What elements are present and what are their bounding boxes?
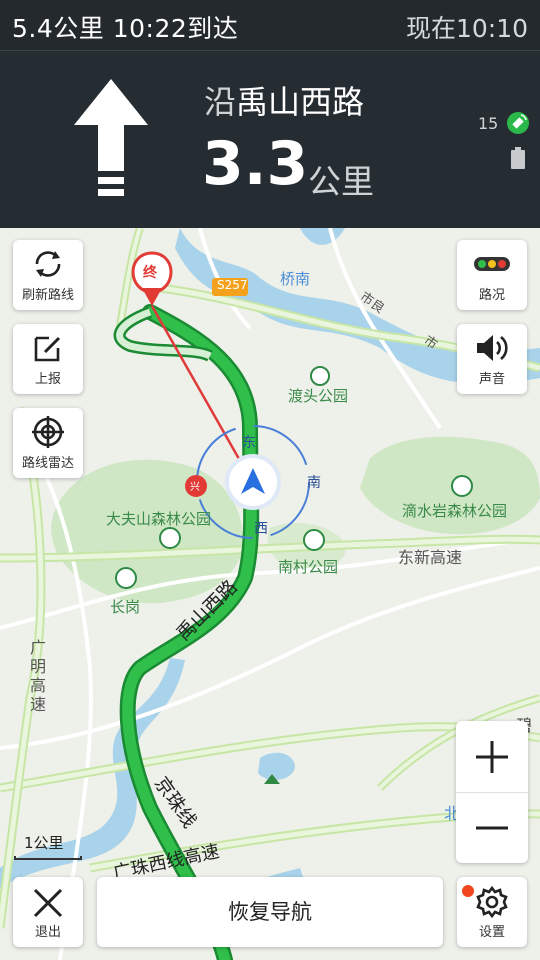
report-button[interactable]: 上报	[13, 324, 83, 394]
close-icon	[33, 888, 63, 918]
distance-value: 3.3	[202, 129, 309, 199]
refresh-route-label: 刷新路线	[21, 288, 74, 303]
settings-notification-badge	[462, 885, 474, 897]
refresh-icon	[35, 251, 61, 277]
satellite-icon	[507, 112, 529, 134]
straight-arrow-icon	[74, 79, 148, 196]
along-road-text: 沿禹山西路	[204, 77, 364, 123]
compass-east-label: 东	[242, 435, 256, 451]
nancun-park-label: 南村公园	[278, 558, 339, 576]
traffic-button[interactable]: 路况	[457, 240, 527, 310]
resume-navigation-button[interactable]: 恢复导航	[97, 877, 443, 947]
sound-button[interactable]: 声音	[457, 324, 527, 394]
satellite-count: 15	[478, 114, 499, 133]
sound-label: 声音	[478, 372, 505, 387]
dutou-park-label: 渡头公园	[288, 387, 349, 405]
traffic-light-icon	[474, 257, 510, 271]
changgang-label: 长岗	[110, 598, 141, 616]
s257-badge: S257	[217, 278, 248, 292]
traffic-label: 路况	[478, 288, 505, 303]
distance-unit: 公里	[308, 162, 374, 201]
compass-south-label: 南	[307, 475, 321, 491]
speaker-icon	[477, 335, 508, 361]
dafushan-park-label: 大夫山森林公园	[106, 510, 212, 528]
zoom-in-icon[interactable]	[456, 721, 528, 792]
guangming-expressway-label: 广明高速	[30, 638, 47, 714]
zoom-out-icon[interactable]	[456, 793, 528, 864]
current-time: 现在10:10	[405, 14, 528, 43]
route-radar-label: 路线雷达	[21, 456, 74, 471]
exit-button[interactable]: 退出	[13, 877, 83, 947]
trip-summary: 5.4公里 10:22到达	[12, 14, 239, 43]
battery-icon	[511, 147, 525, 169]
radar-icon	[32, 416, 64, 448]
status-bar: 5.4公里 10:22到达 现在10:10	[0, 0, 540, 50]
along-prefix: 沿	[204, 83, 237, 121]
qiaonan-label: 桥南	[280, 270, 311, 288]
transit-marker: 兴	[190, 482, 200, 493]
guidance-panel: 沿禹山西路 3.3 公里 15	[0, 50, 540, 229]
scale-label: 1公里	[24, 834, 64, 852]
dishuiyan-park-label: 滴水岩森林公园	[402, 502, 508, 520]
road-name: 禹山西路	[236, 83, 365, 121]
scale-bar	[14, 856, 82, 860]
zoom-control	[456, 721, 528, 863]
route-radar-button[interactable]: 路线雷达	[13, 408, 83, 478]
dongxin-expressway-label: 东新高速	[398, 548, 463, 567]
exit-label: 退出	[34, 925, 61, 940]
refresh-route-button[interactable]: 刷新路线	[13, 240, 83, 310]
destination-marker[interactable]: 终	[143, 262, 157, 282]
edit-icon	[34, 336, 61, 362]
settings-label: 设置	[478, 925, 505, 940]
compass-west-label: 西	[254, 521, 268, 537]
report-label: 上报	[34, 372, 61, 387]
map-scale: 1公里	[14, 832, 82, 862]
